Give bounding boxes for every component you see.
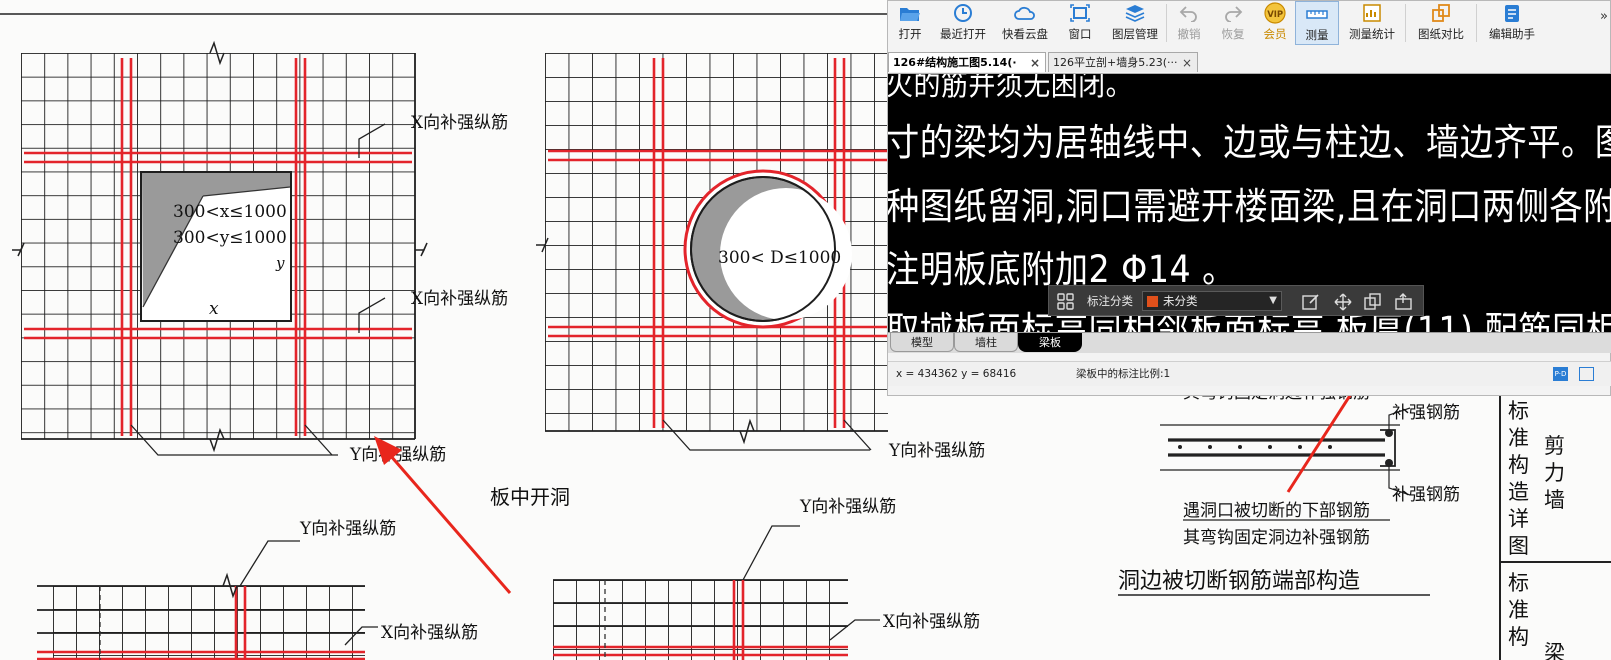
window-icon [1069,3,1091,23]
open-button[interactable]: 打开 [888,1,932,45]
canvas-text-line: 寸的梁均为居轴线中、边或与柱边、墙边齐平。图中板钢筋为示 [888,121,1611,164]
rect-dim-x: x [209,299,219,319]
reinforce-bar-label: 补强钢筋 [1392,403,1460,423]
measure-button[interactable]: 测量 [1295,1,1339,45]
grid-icon[interactable] [1057,293,1074,314]
layers-icon [1124,3,1146,23]
layer-manager-button[interactable]: 图层管理 [1104,1,1166,45]
side-title-beam: 梁 [1544,641,1565,660]
move-icon[interactable] [1334,293,1352,315]
category-value: 未分类 [1163,294,1198,308]
measure-stats-icon [1361,3,1383,23]
document-tabs: 126#结构施工图5.14(· × 126平立剖+墙身5.23(··· × [888,51,1611,74]
recent-clock-icon [952,3,974,23]
folder-open-icon [899,3,921,23]
tab-label: 126#结构施工图5.14(· [893,56,1017,69]
y-reinforce-label: Y向补强纵筋 [799,497,896,517]
x-reinforce-label: X向补强纵筋 [381,623,478,643]
compare-icon [1430,3,1452,23]
vip-icon: VIP [1264,2,1286,24]
cloud-icon [1014,3,1036,23]
edit-assistant-button[interactable]: 编辑助手 [1477,1,1547,45]
export-icon[interactable] [1395,293,1413,314]
side-title-standard: 标准构造详图 [1508,399,1529,558]
reinforce-bar-label: 补强钢筋 [1392,485,1460,505]
title-block: 标准构造详图 剪力墙 标准构 梁 [1499,396,1611,660]
annotation-scale: 梁板中的标注比例:1 [1076,368,1171,380]
annotation-category-select[interactable]: 未分类 ▼ [1142,291,1282,311]
cursor-coordinates: x = 434362 y = 68416 [896,368,1017,380]
svg-text:VIP: VIP [1267,10,1283,20]
edit-assistant-icon [1501,3,1523,23]
window-button[interactable]: 窗口 [1056,1,1104,45]
rect-dim-y: y [275,254,285,272]
cut-bar-label: 遇洞口被切断的下部钢筋 [1183,501,1370,521]
x-reinforce-label: X向补强纵筋 [411,289,508,309]
copy-icon[interactable] [1364,293,1382,314]
tab-elevation-drawing[interactable]: 126平立剖+墙身5.23(··· × [1048,52,1198,72]
toolbar-more-button[interactable]: » [1600,9,1608,24]
tab-structural-drawing[interactable]: 126#结构施工图5.14(· × [888,52,1046,72]
layout-tab-model[interactable]: 模型 [890,333,954,352]
y-reinforce-label: Y向补强纵筋 [888,441,985,461]
redo-button[interactable]: 恢复 [1211,1,1255,45]
edge-detail-title: 洞边被切断钢筋端部构造 [1118,569,1360,594]
close-icon[interactable]: × [1030,53,1040,73]
layout-tabs: 模型 墙柱 梁板 [888,332,1611,353]
status-bar: x = 434362 y = 68416 梁板中的标注比例:1 P·D [888,361,1611,386]
fullscreen-icon[interactable] [1579,367,1594,381]
y-reinforce-label: Y向补强纵筋 [299,519,396,539]
rect-opening-panel: X向补强纵筋 X向补强纵筋 Y向补强纵筋 300<x≤1000 300<y≤10… [12,40,508,465]
category-color-swatch [1147,296,1158,307]
redo-icon [1222,3,1244,23]
layout-tab-wall-column[interactable]: 墙柱 [954,333,1018,352]
cloud-drive-button[interactable]: 快看云盘 [994,1,1056,45]
circle-condition: 300< D≤1000 [718,248,841,268]
pdf-icon[interactable]: P·D [1553,367,1568,381]
close-icon[interactable]: × [1182,53,1192,73]
compare-button[interactable]: 图纸对比 [1406,1,1476,45]
canvas-text-line: 种图纸留洞,洞口需避开楼面梁,且在洞口两侧各附加2 Φ12 。 [888,185,1611,228]
main-toolbar: 打开 最近打开 快看云盘 窗口 图层管理 撤销 恢复 VIP 会员 测量 测量统… [888,1,1611,45]
recent-open-button[interactable]: 最近打开 [932,1,994,45]
undo-button[interactable]: 撤销 [1167,1,1211,45]
measure-icon [1306,4,1328,24]
vip-button[interactable]: VIP 会员 [1255,1,1295,45]
hook-fix-label: 其弯钩固定洞边补强钢筋 [1183,528,1370,548]
cad-viewer-window: 打开 最近打开 快看云盘 窗口 图层管理 撤销 恢复 VIP 会员 测量 测量统… [887,0,1611,396]
canvas-text-line: 火的筋并须无困闭。 [888,74,1134,103]
x-reinforce-label: X向补强纵筋 [411,113,508,133]
rect-condition-x: 300<x≤1000 [173,202,287,222]
undo-icon [1178,3,1200,23]
side-title-shearwall: 剪力墙 [1544,434,1565,512]
side-title-standard-2: 标准构 [1508,571,1529,649]
drawing-canvas[interactable]: 火的筋并须无困闭。 寸的梁均为居轴线中、边或与柱边、墙边齐平。图中板钢筋为示 种… [888,74,1611,332]
layout-tab-beam-slab[interactable]: 梁板 [1018,333,1082,352]
edit-icon[interactable] [1302,293,1320,314]
x-reinforce-label: X向补强纵筋 [883,612,980,632]
opening-title: 板中开洞 [490,485,570,509]
rect-condition-y: 300<y≤1000 [173,228,287,248]
annotation-category-label: 标注分类 [1087,294,1133,308]
tab-label: 126平立剖+墙身5.23(··· [1053,56,1178,69]
section-panel-left: Y向补强纵筋 X向补强纵筋 [37,519,478,660]
annotation-toolbar: 标注分类 未分类 ▼ [1048,285,1424,316]
measure-stats-button[interactable]: 测量统计 [1339,1,1405,45]
chevron-down-icon: ▼ [1269,295,1277,306]
section-panel-right: Y向补强纵筋 X向补强纵筋 [553,497,980,660]
